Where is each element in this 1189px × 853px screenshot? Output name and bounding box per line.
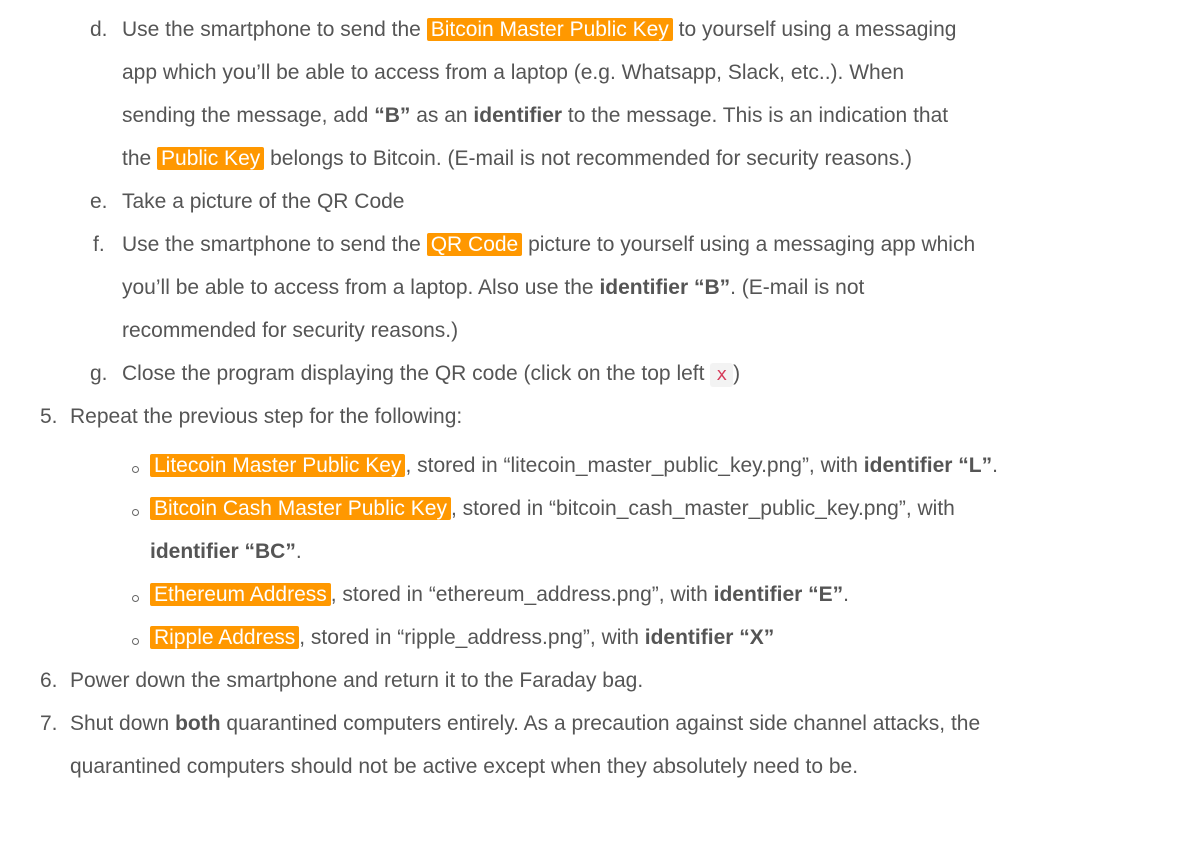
bullet-icon (132, 595, 139, 602)
step-7-line-2: quarantined computers should not be acti… (70, 755, 859, 778)
inline-code-x: x (710, 363, 734, 387)
item-d-line-2: app which you’ll be able to access from … (122, 61, 905, 84)
item-f-line-2: you’ll be able to access from a laptop. … (122, 276, 865, 299)
list-marker-g: g. (90, 362, 108, 385)
item-e-text: Take a picture of the QR Code (122, 190, 405, 213)
item-d-line-1: Use the smartphone to send the Bitcoin M… (122, 18, 957, 41)
highlight-bitcoin-cash-master-public-key: Bitcoin Cash Master Public Key (150, 497, 451, 520)
step-5-text: Repeat the previous step for the followi… (70, 405, 463, 428)
list-marker-5: 5. (40, 405, 58, 428)
item-f-line-3: recommended for security reasons.) (122, 319, 459, 342)
bullet-ripple: Ripple Address, stored in “ripple_addres… (150, 623, 774, 653)
list-marker-e: e. (90, 190, 108, 213)
item-f-line-1: Use the smartphone to send the QR Code p… (122, 233, 976, 256)
list-marker-7: 7. (40, 712, 58, 735)
bullet-icon (132, 466, 139, 473)
bullet-bitcoin-cash: Bitcoin Cash Master Public Key, stored i… (150, 494, 955, 524)
list-marker-f: f. (93, 233, 105, 256)
bullet-bitcoin-cash-continued: identifier “BC”. (150, 540, 302, 563)
list-marker-6: 6. (40, 669, 58, 692)
bullet-icon (132, 509, 139, 516)
list-marker-d: d. (90, 18, 108, 41)
item-g-text: Close the program displaying the QR code… (122, 362, 741, 387)
highlight-ripple-address: Ripple Address (150, 626, 300, 649)
highlight-litecoin-master-public-key: Litecoin Master Public Key (150, 454, 406, 477)
item-d-line-4: the Public Key belongs to Bitcoin. (E-ma… (122, 147, 913, 170)
bullet-ethereum: Ethereum Address, stored in “ethereum_ad… (150, 580, 849, 610)
step-7-line-1: Shut down both quarantined computers ent… (70, 712, 981, 735)
highlight-ethereum-address: Ethereum Address (150, 583, 331, 606)
highlight-bitcoin-master-public-key: Bitcoin Master Public Key (426, 18, 673, 41)
item-d-line-3: sending the message, add “B” as an ident… (122, 104, 949, 127)
bullet-litecoin: Litecoin Master Public Key, stored in “l… (150, 451, 998, 481)
highlight-qr-code: QR Code (426, 233, 523, 256)
document: d. Use the smartphone to send the Bitcoi… (0, 0, 1189, 853)
highlight-public-key: Public Key (157, 147, 265, 170)
step-6-text: Power down the smartphone and return it … (70, 669, 644, 692)
bullet-icon (132, 638, 139, 645)
